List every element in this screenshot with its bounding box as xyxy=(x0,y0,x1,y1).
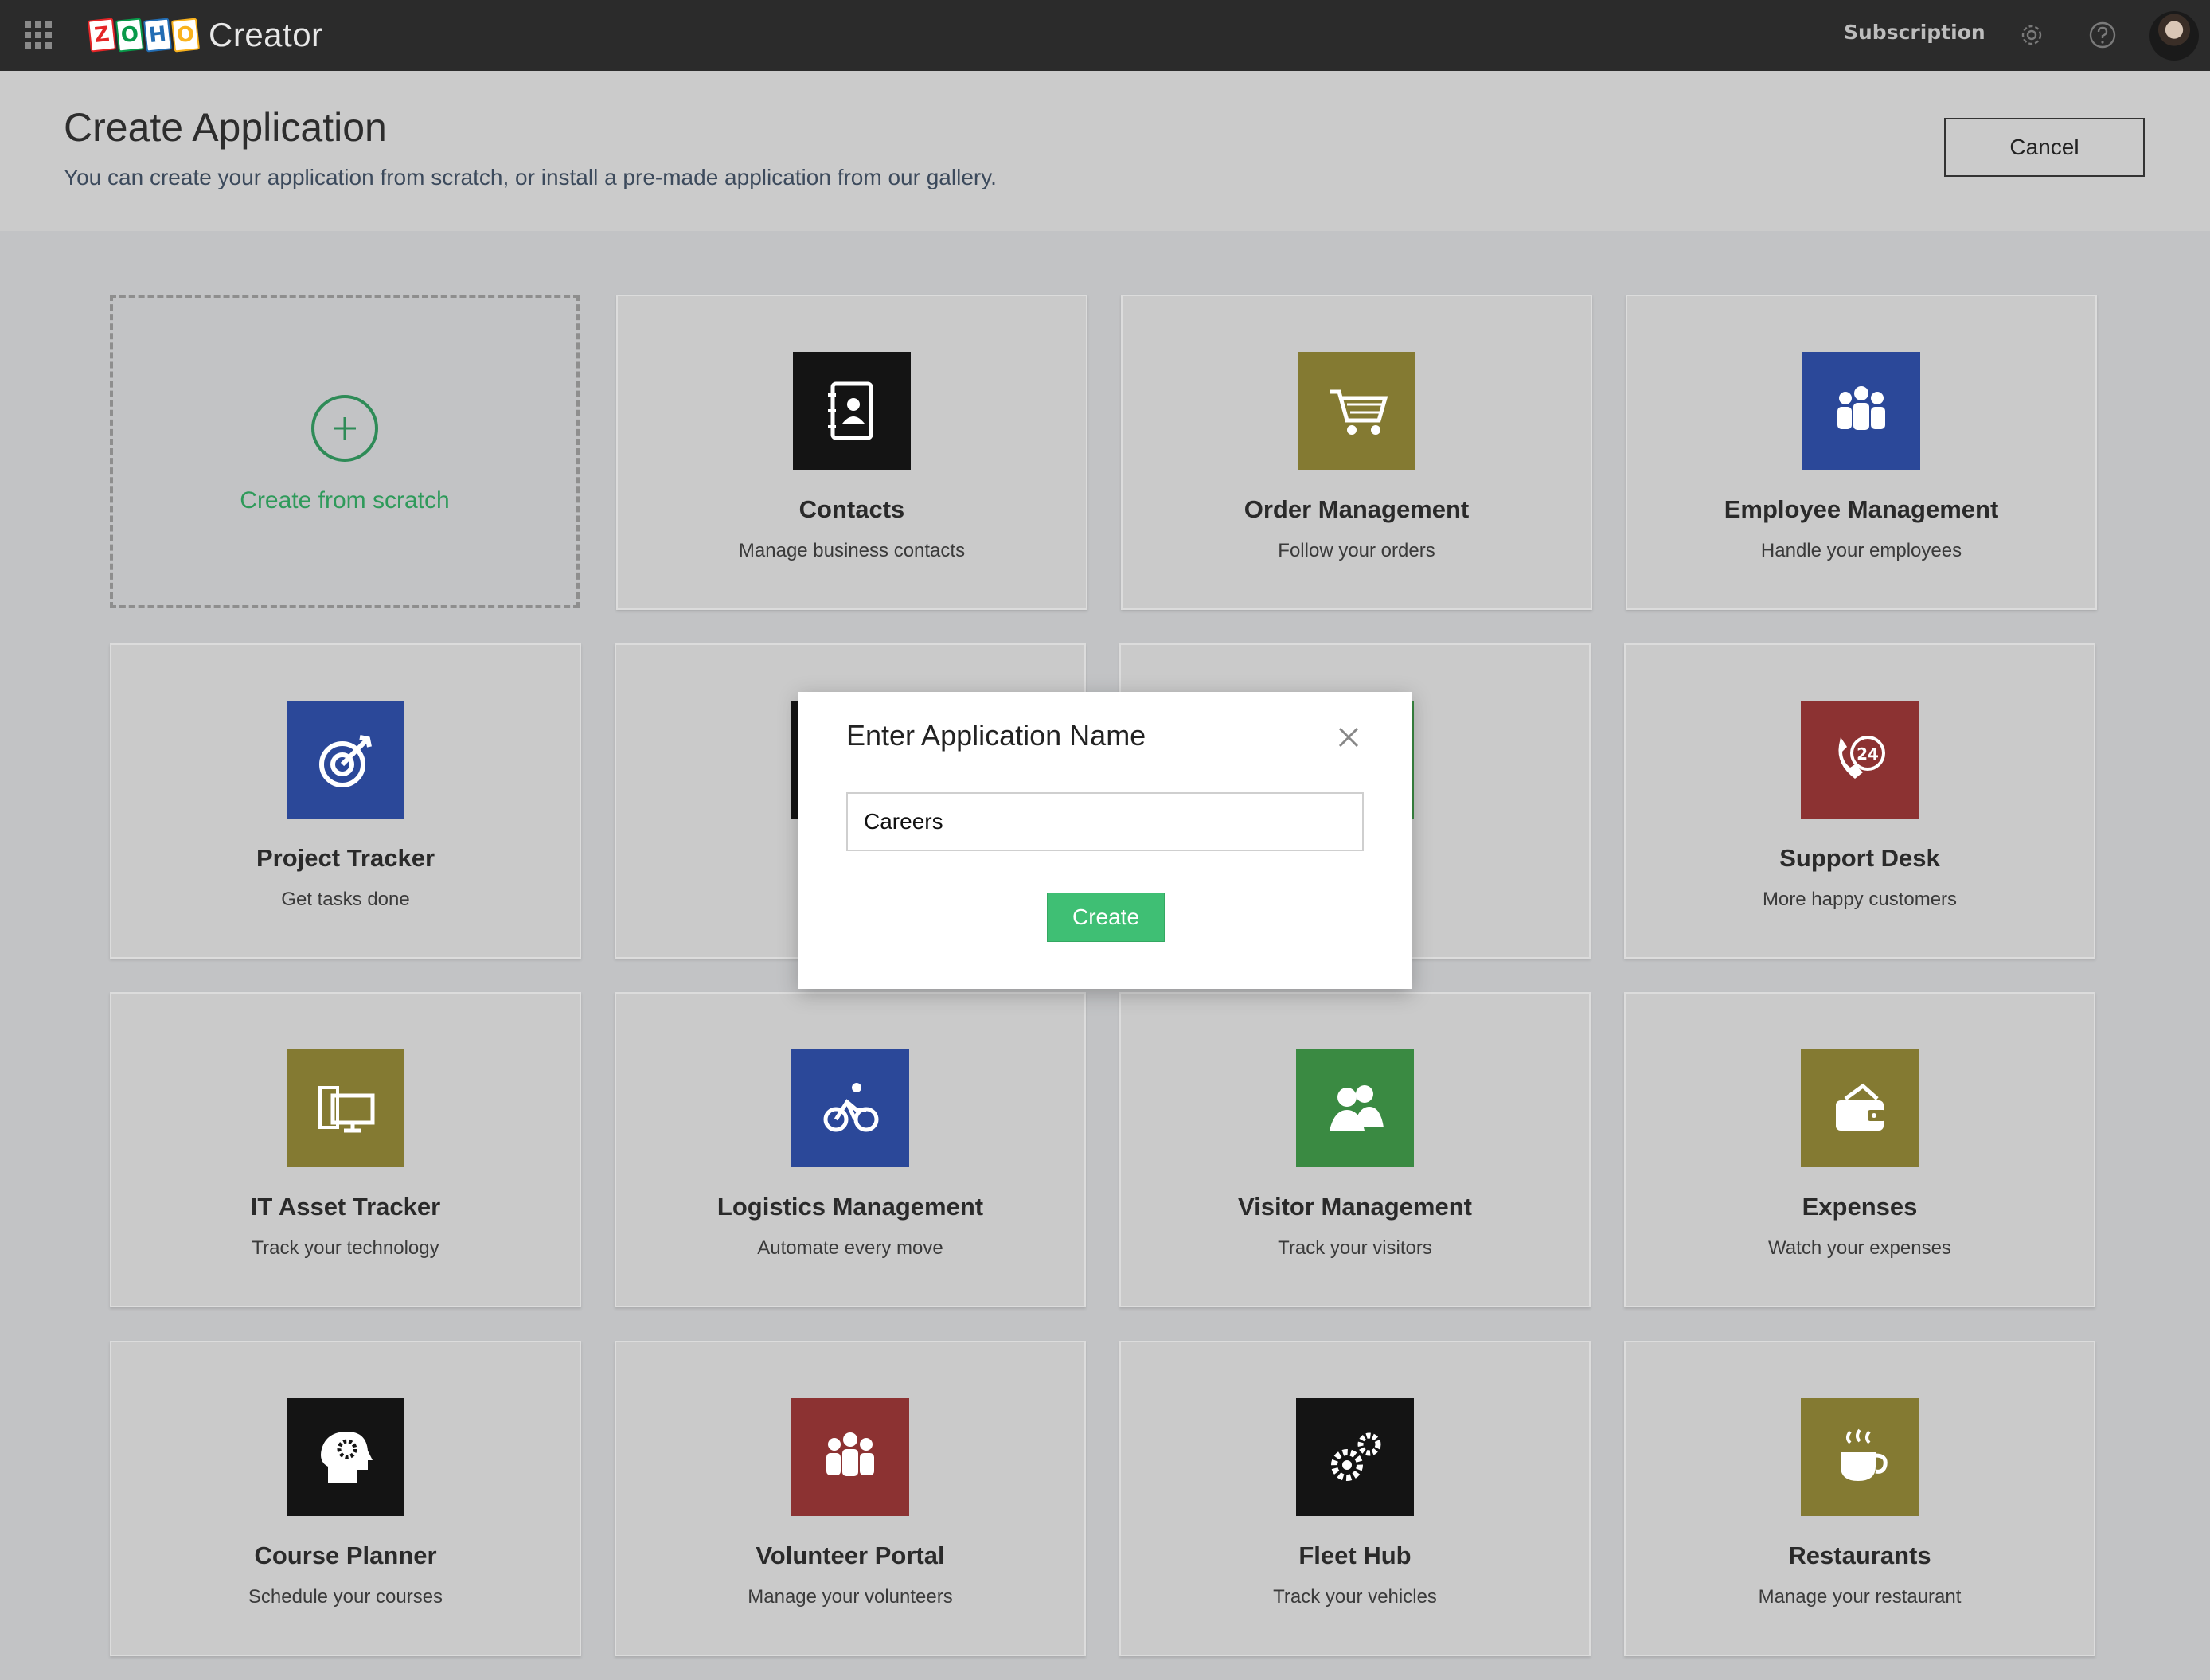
app-template-name: Course Planner xyxy=(254,1541,437,1569)
create-from-scratch-label: Create from scratch xyxy=(240,487,450,514)
shopping-cart-icon xyxy=(1298,352,1415,470)
app-template-description: Manage your restaurant xyxy=(1758,1586,1962,1608)
app-template-card[interactable]: Course Planner Schedule your courses xyxy=(110,1341,581,1656)
cancel-button[interactable]: Cancel xyxy=(1944,118,2145,177)
user-avatar[interactable] xyxy=(2149,11,2199,61)
app-template-name: IT Asset Tracker xyxy=(250,1193,441,1221)
app-template-description: Manage your volunteers xyxy=(748,1586,953,1608)
people-group-icon xyxy=(1802,352,1920,470)
app-template-description: Automate every move xyxy=(757,1237,943,1259)
contacts-book-icon xyxy=(793,352,911,470)
page-header: Create Application You can create your a… xyxy=(0,71,2210,231)
app-template-name: Order Management xyxy=(1244,495,1470,523)
app-template-description: Follow your orders xyxy=(1278,540,1435,561)
app-template-card[interactable]: Order Management Follow your orders xyxy=(1121,295,1592,610)
computer-icon xyxy=(287,1049,404,1167)
settings-icon[interactable] xyxy=(2017,21,2046,49)
app-template-description: Handle your employees xyxy=(1760,540,1962,561)
logo-letter: H xyxy=(143,18,173,53)
top-navigation-bar: Z O H O Creator Subscription xyxy=(0,0,2210,71)
app-template-description: Track your visitors xyxy=(1278,1237,1432,1259)
app-template-card[interactable]: Expenses Watch your expenses xyxy=(1624,992,2095,1307)
app-template-description: More happy customers xyxy=(1762,889,1958,910)
app-template-description: Manage business contacts xyxy=(738,540,966,561)
app-template-card[interactable]: Project Tracker Get tasks done xyxy=(110,643,581,959)
wallet-icon xyxy=(1801,1049,1919,1167)
app-template-description: Track your technology xyxy=(252,1237,439,1259)
application-name-input[interactable] xyxy=(846,792,1364,851)
visitors-icon xyxy=(1296,1049,1414,1167)
application-name-dialog: Enter Application Name Create xyxy=(798,692,1412,989)
dialog-title: Enter Application Name xyxy=(846,719,1146,752)
product-name: Creator xyxy=(209,16,323,53)
app-template-description: Schedule your courses xyxy=(248,1586,443,1608)
logo-letter: O xyxy=(115,18,145,53)
gears-icon xyxy=(1296,1398,1414,1516)
app-template-card[interactable]: Contacts Manage business contacts xyxy=(616,295,1087,610)
logo-letter: O xyxy=(170,18,201,53)
app-template-card[interactable]: Employee Management Handle your employees xyxy=(1626,295,2097,610)
help-icon[interactable] xyxy=(2088,21,2117,49)
create-from-scratch-card[interactable]: Create from scratch xyxy=(110,295,580,608)
app-template-description: Get tasks done xyxy=(281,889,410,910)
app-template-name: Fleet Hub xyxy=(1298,1541,1412,1569)
app-template-card[interactable]: 24 Support Desk More happy customers xyxy=(1624,643,2095,959)
app-template-card[interactable]: Volunteer Portal Manage your volunteers xyxy=(615,1341,1086,1656)
plus-icon xyxy=(311,395,378,462)
app-template-card[interactable]: IT Asset Tracker Track your technology xyxy=(110,992,581,1307)
svg-text:24: 24 xyxy=(1857,744,1879,764)
app-template-name: Visitor Management xyxy=(1237,1193,1472,1221)
app-template-name: Logistics Management xyxy=(716,1193,984,1221)
app-template-card[interactable]: Fleet Hub Track your vehicles xyxy=(1119,1341,1591,1656)
create-button[interactable]: Create xyxy=(1047,893,1165,942)
app-template-name: Volunteer Portal xyxy=(756,1541,945,1569)
app-template-description: Track your vehicles xyxy=(1273,1586,1437,1608)
logo-letter: Z xyxy=(87,18,117,53)
zoho-creator-logo[interactable]: Z O H O Creator xyxy=(87,16,323,53)
target-icon xyxy=(287,701,404,819)
app-template-name: Contacts xyxy=(798,495,905,523)
volunteers-icon xyxy=(791,1398,909,1516)
phone-24-icon: 24 xyxy=(1801,701,1919,819)
apps-grid-icon[interactable] xyxy=(25,21,52,49)
app-template-card[interactable]: Restaurants Manage your restaurant xyxy=(1624,1341,2095,1656)
page-subtitle: You can create your application from scr… xyxy=(64,165,997,189)
app-template-name: Project Tracker xyxy=(256,844,435,872)
app-template-name: Employee Management xyxy=(1724,495,1999,523)
head-gear-icon xyxy=(287,1398,404,1516)
coffee-cup-icon xyxy=(1801,1398,1919,1516)
app-template-card[interactable]: Visitor Management Track your visitors xyxy=(1119,992,1591,1307)
subscription-link[interactable]: Subscription xyxy=(1844,21,1985,44)
page-title: Create Application xyxy=(64,105,387,150)
app-template-description: Watch your expenses xyxy=(1768,1237,1951,1259)
close-icon[interactable] xyxy=(1337,725,1361,749)
app-template-name: Restaurants xyxy=(1788,1541,1931,1569)
app-template-name: Support Desk xyxy=(1779,844,1940,872)
app-template-card[interactable]: Logistics Management Automate every move xyxy=(615,992,1086,1307)
app-template-name: Expenses xyxy=(1802,1193,1918,1221)
bicycle-icon xyxy=(791,1049,909,1167)
